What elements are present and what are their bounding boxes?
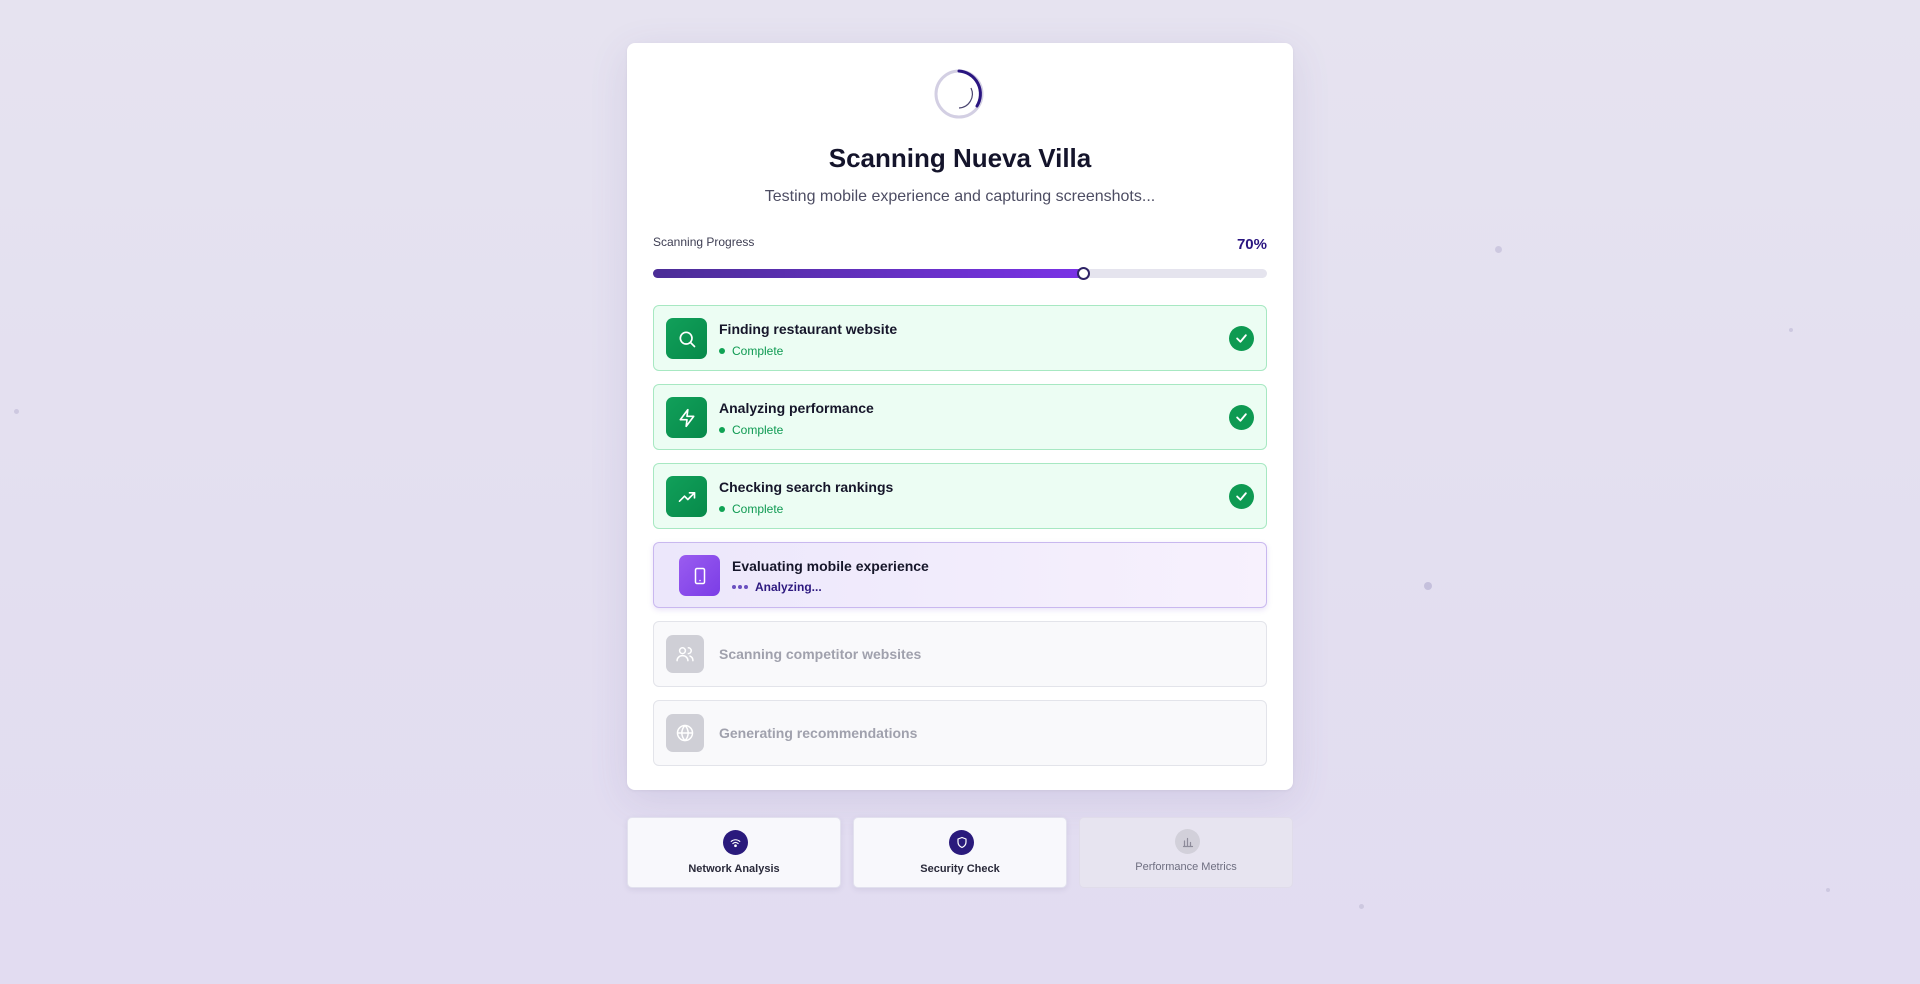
status-dot (719, 427, 725, 433)
step-status-text: Complete (732, 502, 784, 516)
shield-icon (949, 830, 974, 855)
page-title: Scanning Nueva Villa (828, 143, 1092, 173)
network-icon (723, 830, 748, 855)
module-performance-metrics: Performance Metrics (1079, 817, 1293, 888)
step-status: Complete (719, 344, 783, 358)
module-network-analysis: Network Analysis (627, 817, 841, 888)
step-evaluating-mobile: Evaluating mobile experience Analyzing..… (653, 542, 1267, 608)
progress-percent: 70% (1236, 236, 1267, 253)
step-finding-website: Finding restaurant website Complete (653, 305, 1267, 371)
background-dot (14, 409, 19, 414)
step-analyzing-performance: Analyzing performance Complete (653, 384, 1267, 450)
step-title: Evaluating mobile experience (732, 558, 929, 574)
check-icon (1229, 326, 1254, 351)
background-dot (1495, 246, 1502, 253)
module-label: Network Analysis (688, 863, 780, 875)
smartphone-icon (679, 555, 720, 596)
background-dot (1789, 328, 1793, 332)
progress-bar (653, 267, 1267, 280)
status-dot (719, 348, 725, 354)
loading-dots-icon (732, 585, 750, 589)
module-label: Security Check (920, 863, 1000, 875)
step-status-text: Complete (732, 344, 784, 358)
lightning-icon (666, 397, 707, 438)
step-status: Complete (719, 502, 783, 516)
users-icon (666, 635, 704, 673)
scan-card: Scanning Nueva Villa Testing mobile expe… (627, 43, 1293, 790)
step-checking-rankings: Checking search rankings Complete (653, 463, 1267, 529)
step-status: Complete (719, 423, 783, 437)
module-security-check: Security Check (853, 817, 1067, 888)
step-title: Analyzing performance (719, 400, 874, 416)
page-subtitle: Testing mobile experience and capturing … (764, 188, 1156, 205)
loading-spinner-icon (934, 69, 984, 119)
step-status: Analyzing... (732, 580, 822, 594)
background-dot (1424, 582, 1432, 590)
step-title: Finding restaurant website (719, 321, 898, 337)
module-label: Performance Metrics (1135, 861, 1237, 873)
step-status-text: Complete (732, 423, 784, 437)
check-icon (1229, 405, 1254, 430)
status-dot (719, 506, 725, 512)
step-generating-recommendations: Generating recommendations (653, 700, 1267, 766)
bar-chart-icon (1175, 829, 1200, 854)
search-icon (666, 318, 707, 359)
progress-thumb (1076, 267, 1090, 280)
step-title: Generating recommendations (719, 725, 918, 741)
check-icon (1229, 484, 1254, 509)
step-status-text: Analyzing... (755, 580, 822, 594)
step-title: Scanning competitor websites (719, 646, 922, 662)
globe-icon (666, 714, 704, 752)
progress-bar-fill (653, 269, 1083, 278)
background-dot (1826, 888, 1830, 892)
background-dot (1359, 904, 1364, 909)
progress-label: Scanning Progress (653, 235, 755, 249)
step-title: Checking search rankings (719, 479, 894, 495)
step-scanning-competitors: Scanning competitor websites (653, 621, 1267, 687)
trending-up-icon (666, 476, 707, 517)
